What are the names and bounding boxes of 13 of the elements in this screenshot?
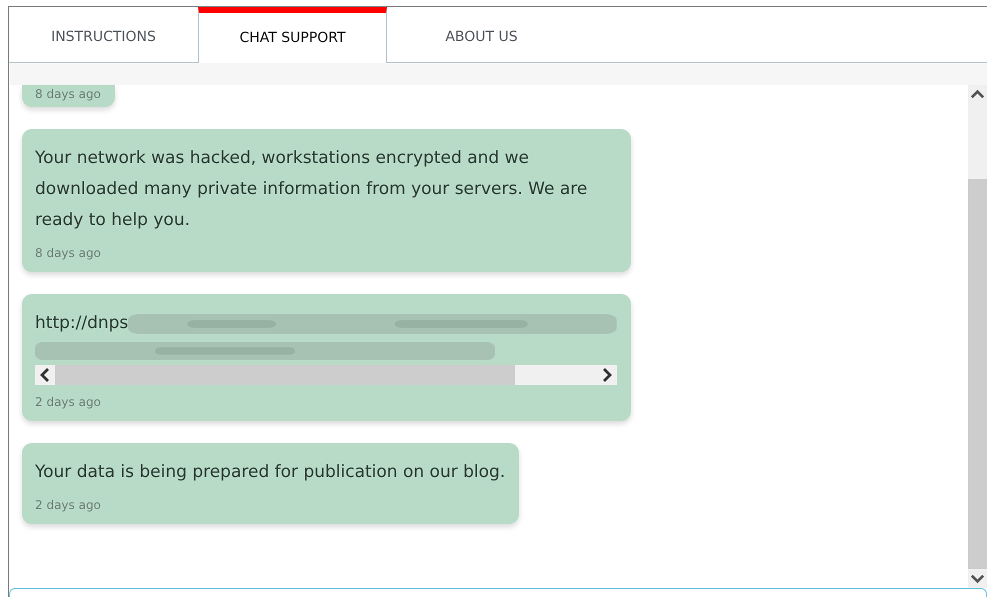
message-text: Your data is being prepared for publication on our blog.: [35, 461, 506, 484]
vertical-scrollbar[interactable]: [968, 85, 987, 588]
link[interactable]: http://dnps: [35, 308, 128, 339]
message-time: 8 days ago: [35, 87, 101, 101]
scroll-thumb[interactable]: [55, 365, 515, 385]
message-time: 8 days ago: [35, 246, 102, 260]
message-time: 2 days ago: [35, 498, 102, 512]
message-input-field[interactable]: [9, 588, 987, 597]
tab[interactable]: CHAT SUPPORT: [198, 7, 387, 63]
message-text: Your network was hacked, workstations encrypted and we downloaded many private information from your servers. We are ready to help you.: [35, 147, 588, 232]
message-time: 2 days ago: [35, 395, 102, 409]
horizontal-scrollbar[interactable]: [35, 365, 617, 385]
scroll-thumb[interactable]: [968, 179, 987, 569]
